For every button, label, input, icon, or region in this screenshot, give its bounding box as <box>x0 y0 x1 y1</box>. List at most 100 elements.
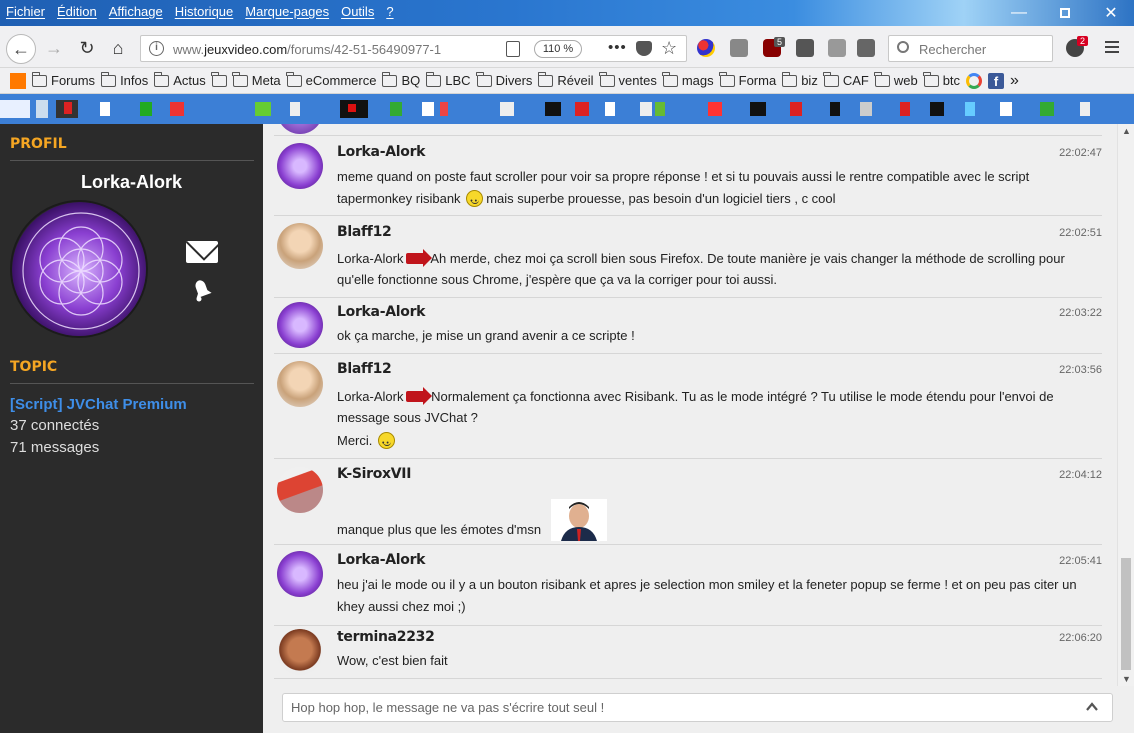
bookmarks-overflow-button[interactable]: » <box>1010 72 1019 90</box>
chat-message: Lorka-Alork 22:02:47 meme quand on poste… <box>274 135 1102 215</box>
profile-username[interactable]: Lorka-Alork <box>0 172 263 193</box>
folder-icon <box>662 71 678 87</box>
quoted-author[interactable]: Lorka-Alork <box>337 389 403 404</box>
orange-logo-icon[interactable] <box>10 72 26 89</box>
ublock-badge: 5 <box>774 37 786 47</box>
topic-heading: TOPIC <box>10 359 58 375</box>
home-button[interactable]: ⌂ <box>106 36 130 60</box>
message-time: 22:02:51 <box>1059 227 1102 239</box>
forward-button[interactable]: → <box>42 36 66 60</box>
zoom-level[interactable]: 110 % <box>534 40 582 58</box>
flower-of-life-image <box>12 202 146 336</box>
extension-icon[interactable] <box>697 39 715 57</box>
menu-historique[interactable]: Historique <box>175 4 234 19</box>
bookmark-infos[interactable]: Infos <box>100 71 148 88</box>
bookmark-bq[interactable]: BQ <box>381 71 420 88</box>
bookmark-folder[interactable] <box>211 71 227 87</box>
message-author[interactable]: Blaff12 <box>337 224 392 240</box>
folder-icon <box>923 71 939 87</box>
bookmark-web[interactable]: web <box>874 71 918 88</box>
chevron-up-icon[interactable] <box>1085 700 1099 714</box>
smiley-icon <box>466 189 484 213</box>
search-bar[interactable]: Rechercher <box>888 35 1053 62</box>
menu-edition[interactable]: Édition <box>57 4 97 19</box>
message-time: 22:02:47 <box>1059 147 1102 159</box>
minimize-button[interactable]: — <box>996 0 1042 26</box>
scroll-down-icon[interactable]: ▼ <box>1122 674 1131 684</box>
menu-affichage[interactable]: Affichage <box>109 4 163 19</box>
avatar[interactable] <box>277 361 323 407</box>
close-button[interactable]: ✕ <box>1088 0 1134 26</box>
extension-grid-icon[interactable] <box>730 39 748 57</box>
extension-icon-4[interactable] <box>857 39 875 57</box>
bookmark-reveil[interactable]: Réveil <box>537 71 594 88</box>
chat-scrollbar[interactable]: ▲ ▼ <box>1117 124 1134 686</box>
bookmark-actus[interactable]: Actus <box>153 71 206 88</box>
message-author[interactable]: Lorka-Alork <box>337 304 425 320</box>
bookmark-ecommerce[interactable]: eCommerce <box>286 71 376 88</box>
message-input[interactable] <box>282 693 1113 722</box>
sidebar: PROFIL Lorka-Alork TOPIC [Script] JVChat… <box>0 124 263 733</box>
redacted-tabs-pattern <box>0 100 1090 118</box>
menu-fichier[interactable]: Fichier <box>6 4 45 19</box>
message-author[interactable]: Lorka-Alork <box>337 552 425 568</box>
bookmark-star-icon[interactable]: ☆ <box>661 38 677 59</box>
facebook-icon[interactable]: f <box>988 72 1005 89</box>
chat-message-list: Lorka-Alork 22:02:47 meme quand on poste… <box>263 124 1117 686</box>
url-text[interactable]: www.jeuxvideo.com/forums/42-51-56490977-… <box>173 42 473 57</box>
bookmark-mags[interactable]: mags <box>662 71 714 88</box>
bookmark-caf[interactable]: CAF <box>823 71 869 88</box>
menu-aide[interactable]: ? <box>386 4 393 19</box>
bookmark-forums[interactable]: Forums <box>31 71 95 88</box>
url-bar[interactable]: i www.jeuxvideo.com/forums/42-51-5649097… <box>140 35 687 62</box>
avatar[interactable] <box>277 551 323 597</box>
folder-icon <box>537 71 554 87</box>
pocket-icon[interactable] <box>636 41 652 56</box>
extension-icon-3[interactable] <box>828 39 846 57</box>
message-author[interactable]: termina2232 <box>337 629 435 645</box>
bookmark-biz[interactable]: biz <box>781 71 818 88</box>
divider <box>274 678 1102 679</box>
profile-avatar[interactable] <box>10 200 148 338</box>
chat-message: Blaff12 22:02:51 Lorka-Alork Ah merde, c… <box>274 215 1102 297</box>
message-author[interactable]: Blaff12 <box>337 361 392 377</box>
bookmark-forma[interactable]: Forma <box>719 71 776 88</box>
search-icon <box>897 41 909 53</box>
bookmark-btc[interactable]: btc <box>923 71 960 88</box>
topic-title-link[interactable]: [Script] JVChat Premium <box>10 396 187 413</box>
menu-marque-pages[interactable]: Marque-pages <box>245 4 329 19</box>
bookmark-meta[interactable]: Meta <box>232 71 281 88</box>
mail-icon[interactable] <box>186 241 218 263</box>
reload-button[interactable]: ↻ <box>75 36 99 60</box>
bookmark-lbc[interactable]: LBC <box>425 71 471 88</box>
scroll-up-icon[interactable]: ▲ <box>1122 126 1131 136</box>
quoted-author[interactable]: Lorka-Alork <box>337 251 403 266</box>
avatar[interactable] <box>277 223 323 269</box>
avatar[interactable] <box>277 302 323 348</box>
avatar[interactable] <box>277 467 323 513</box>
page-actions-icon[interactable]: ••• <box>608 39 627 56</box>
message-author[interactable]: K-SiroxVII <box>337 466 411 482</box>
bookmark-ventes[interactable]: ventes <box>599 71 657 88</box>
avatar[interactable] <box>277 629 323 675</box>
avatar[interactable] <box>277 143 323 189</box>
reader-view-icon[interactable] <box>506 41 520 57</box>
menu-outils[interactable]: Outils <box>341 4 374 19</box>
google-icon[interactable] <box>966 72 983 89</box>
bell-icon[interactable] <box>188 276 216 304</box>
info-icon[interactable]: i <box>149 41 164 56</box>
back-button[interactable]: ← <box>6 34 36 64</box>
maximize-button[interactable] <box>1042 0 1088 26</box>
message-author[interactable]: Lorka-Alork <box>337 144 425 160</box>
folder-icon <box>874 71 890 87</box>
menu-list: Fichier Édition Affichage Historique Mar… <box>6 4 394 19</box>
folder-icon <box>232 71 248 87</box>
message-time: 22:05:41 <box>1059 555 1102 567</box>
folder-icon <box>719 71 735 87</box>
bookmark-divers[interactable]: Divers <box>476 71 532 88</box>
scrollbar-thumb[interactable] <box>1121 558 1131 670</box>
folder-icon <box>286 71 302 87</box>
hamburger-menu-icon[interactable] <box>1105 41 1119 56</box>
extension-icon-2[interactable] <box>796 39 814 57</box>
folder-icon <box>31 71 47 87</box>
